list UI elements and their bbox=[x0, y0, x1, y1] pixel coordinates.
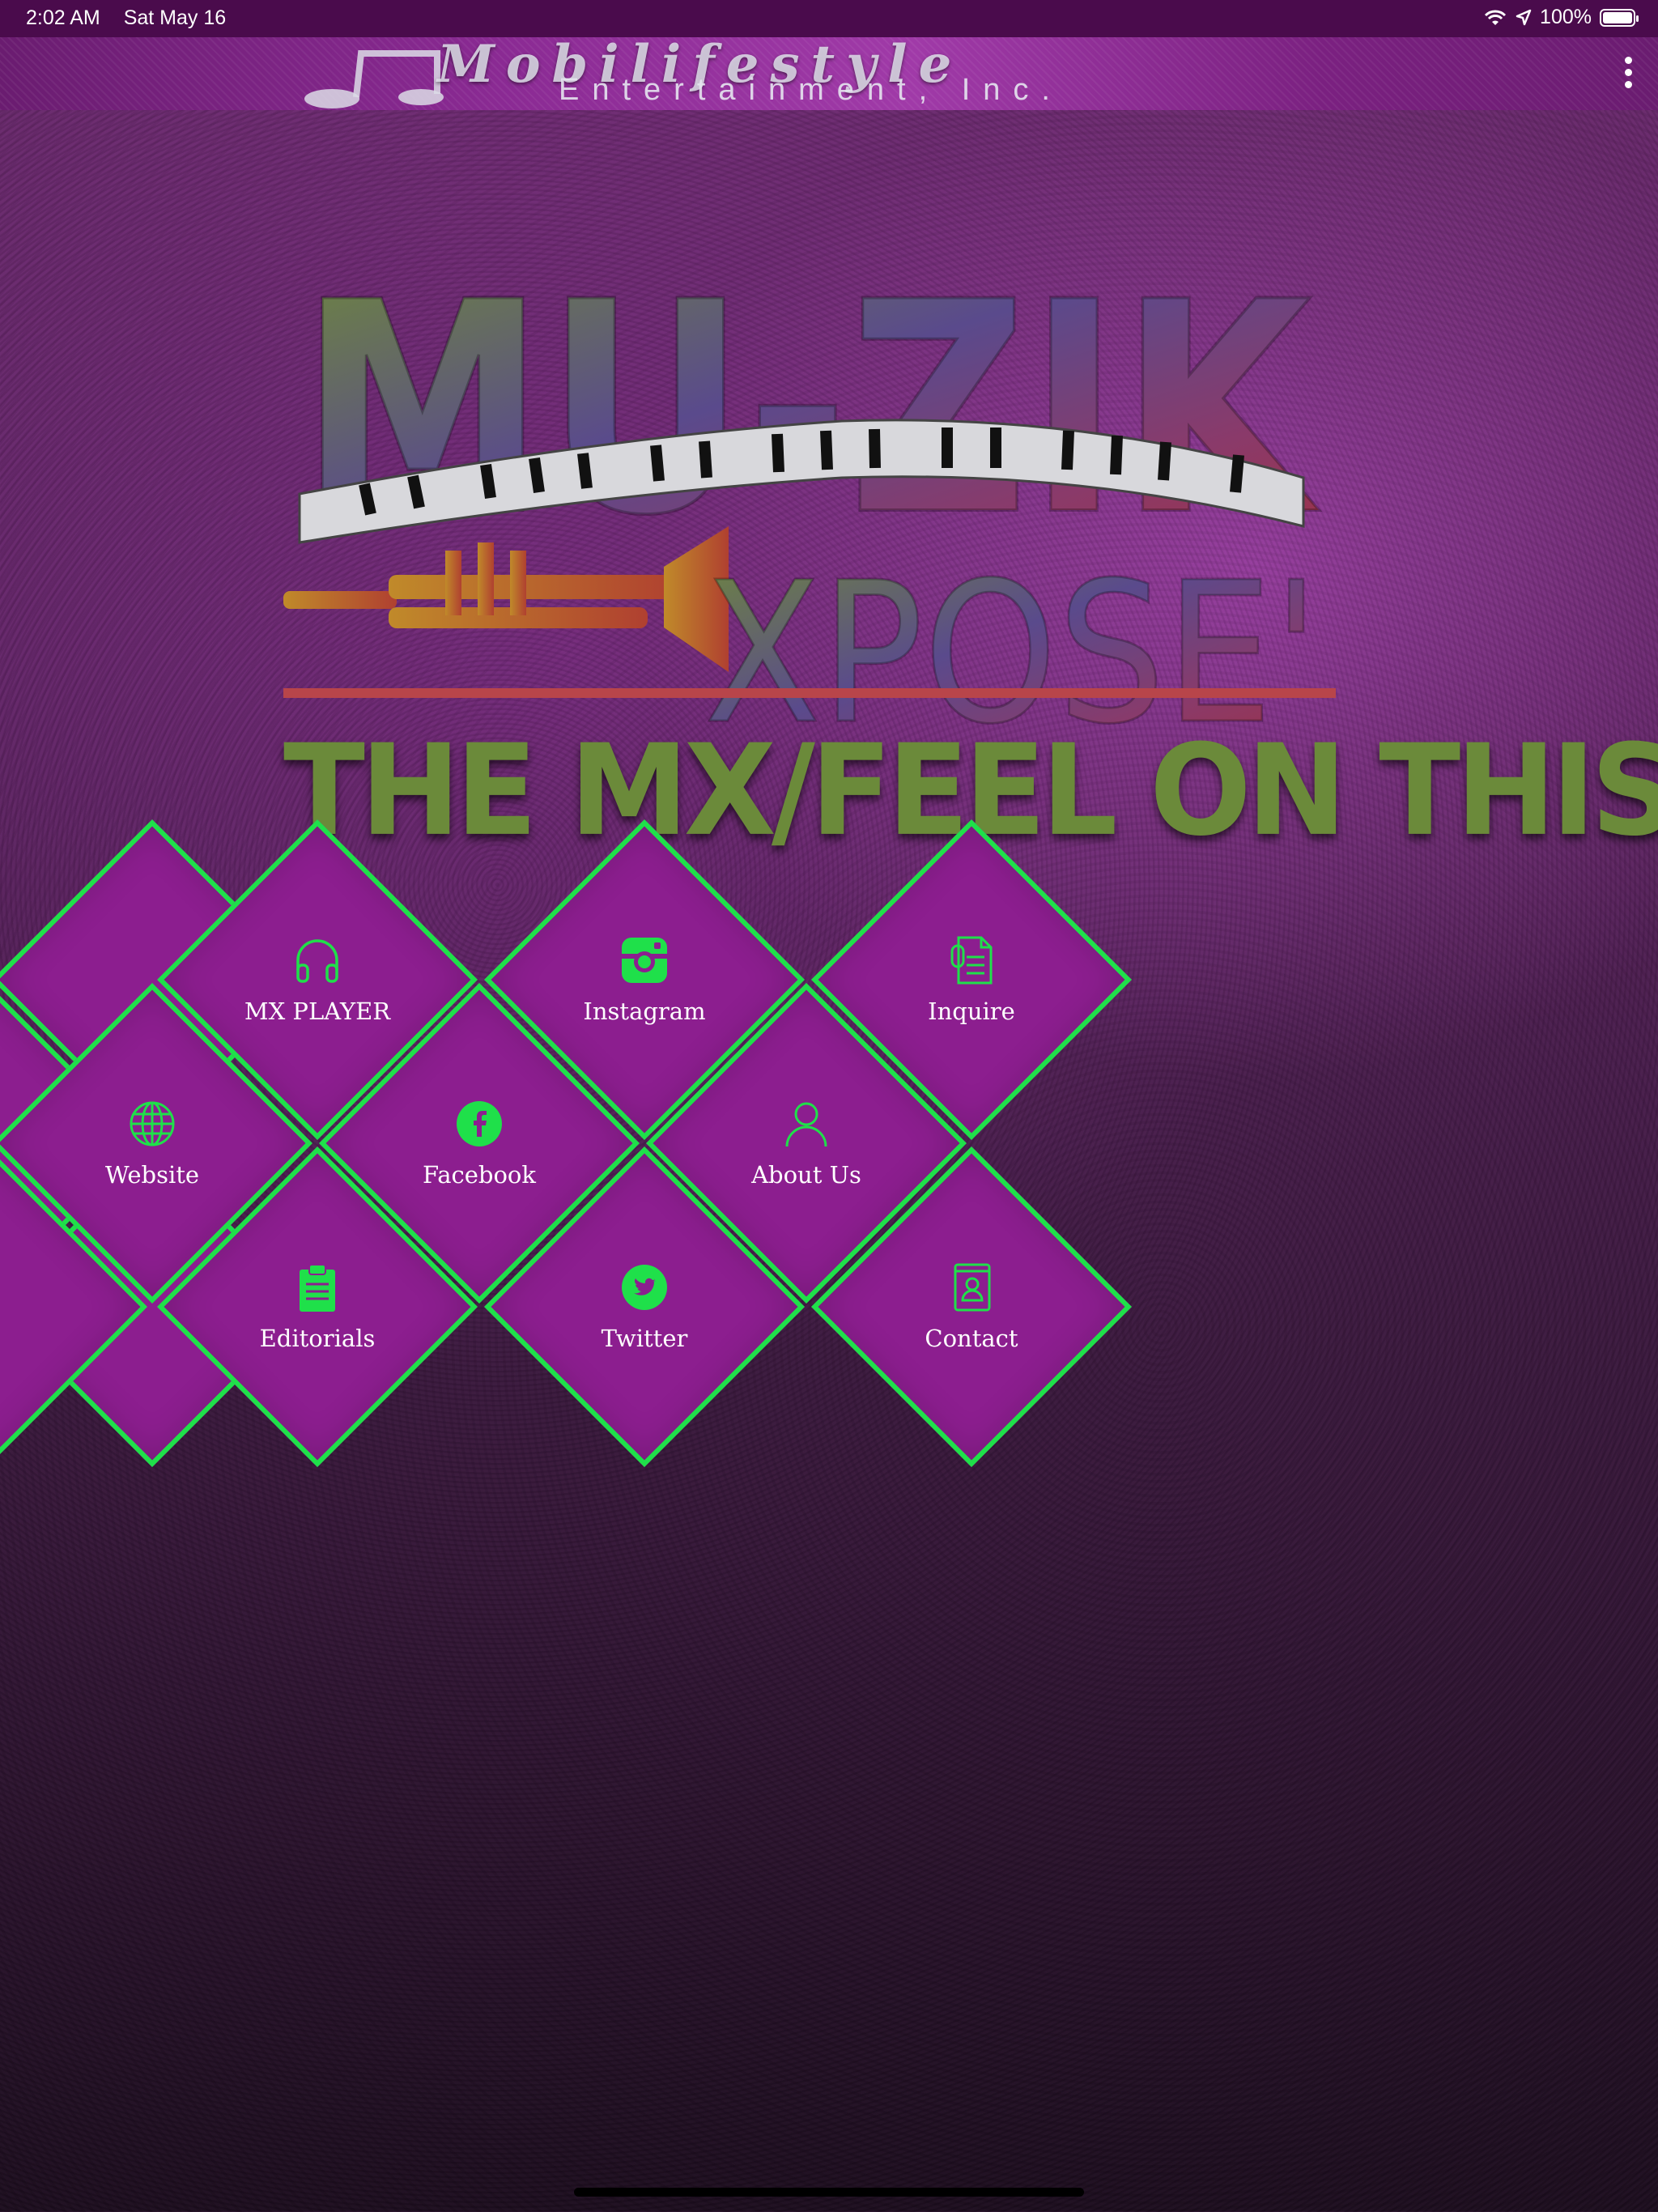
banner-logo: Mobilifestyle Entertainment, Inc. bbox=[300, 37, 1320, 108]
user-icon bbox=[785, 1102, 827, 1147]
wifi-icon bbox=[1484, 10, 1507, 25]
clipboard-icon bbox=[300, 1264, 335, 1312]
menu-tile-label: Editorials bbox=[259, 1325, 376, 1352]
battery-icon bbox=[1600, 8, 1639, 27]
menu-tile-contact[interactable]: Contact bbox=[808, 1143, 1135, 1470]
contact-book-icon bbox=[954, 1263, 991, 1312]
music-note-icon bbox=[304, 50, 444, 108]
menu-tile-twitter[interactable]: Twitter bbox=[481, 1143, 808, 1470]
globe-icon bbox=[130, 1101, 175, 1146]
location-icon bbox=[1516, 9, 1532, 25]
header-banner: Mobilifestyle Entertainment, Inc. bbox=[0, 37, 1658, 110]
status-date: Sat May 16 bbox=[123, 6, 227, 29]
home-indicator bbox=[574, 2188, 1084, 2197]
status-bar: 2:02 AM Sat May 16 100% bbox=[0, 0, 1658, 37]
facebook-icon bbox=[457, 1101, 502, 1146]
instagram-icon bbox=[622, 938, 667, 983]
logo-line1: MU-ZIK bbox=[300, 240, 1320, 579]
status-time: 2:02 AM bbox=[26, 6, 100, 29]
banner-subtitle: Entertainment, Inc. bbox=[559, 73, 1063, 107]
document-icon bbox=[950, 936, 993, 985]
battery-percent: 100% bbox=[1540, 6, 1592, 28]
menu-tile-label: Contact bbox=[925, 1325, 1018, 1352]
menu-tile-label: Twitter bbox=[601, 1325, 688, 1352]
headphones-icon bbox=[296, 939, 338, 983]
menu-tile-editorials[interactable]: Editorials bbox=[154, 1143, 481, 1470]
twitter-icon bbox=[622, 1265, 667, 1310]
logo-underline bbox=[283, 688, 1336, 698]
more-options-button[interactable] bbox=[1622, 57, 1634, 92]
